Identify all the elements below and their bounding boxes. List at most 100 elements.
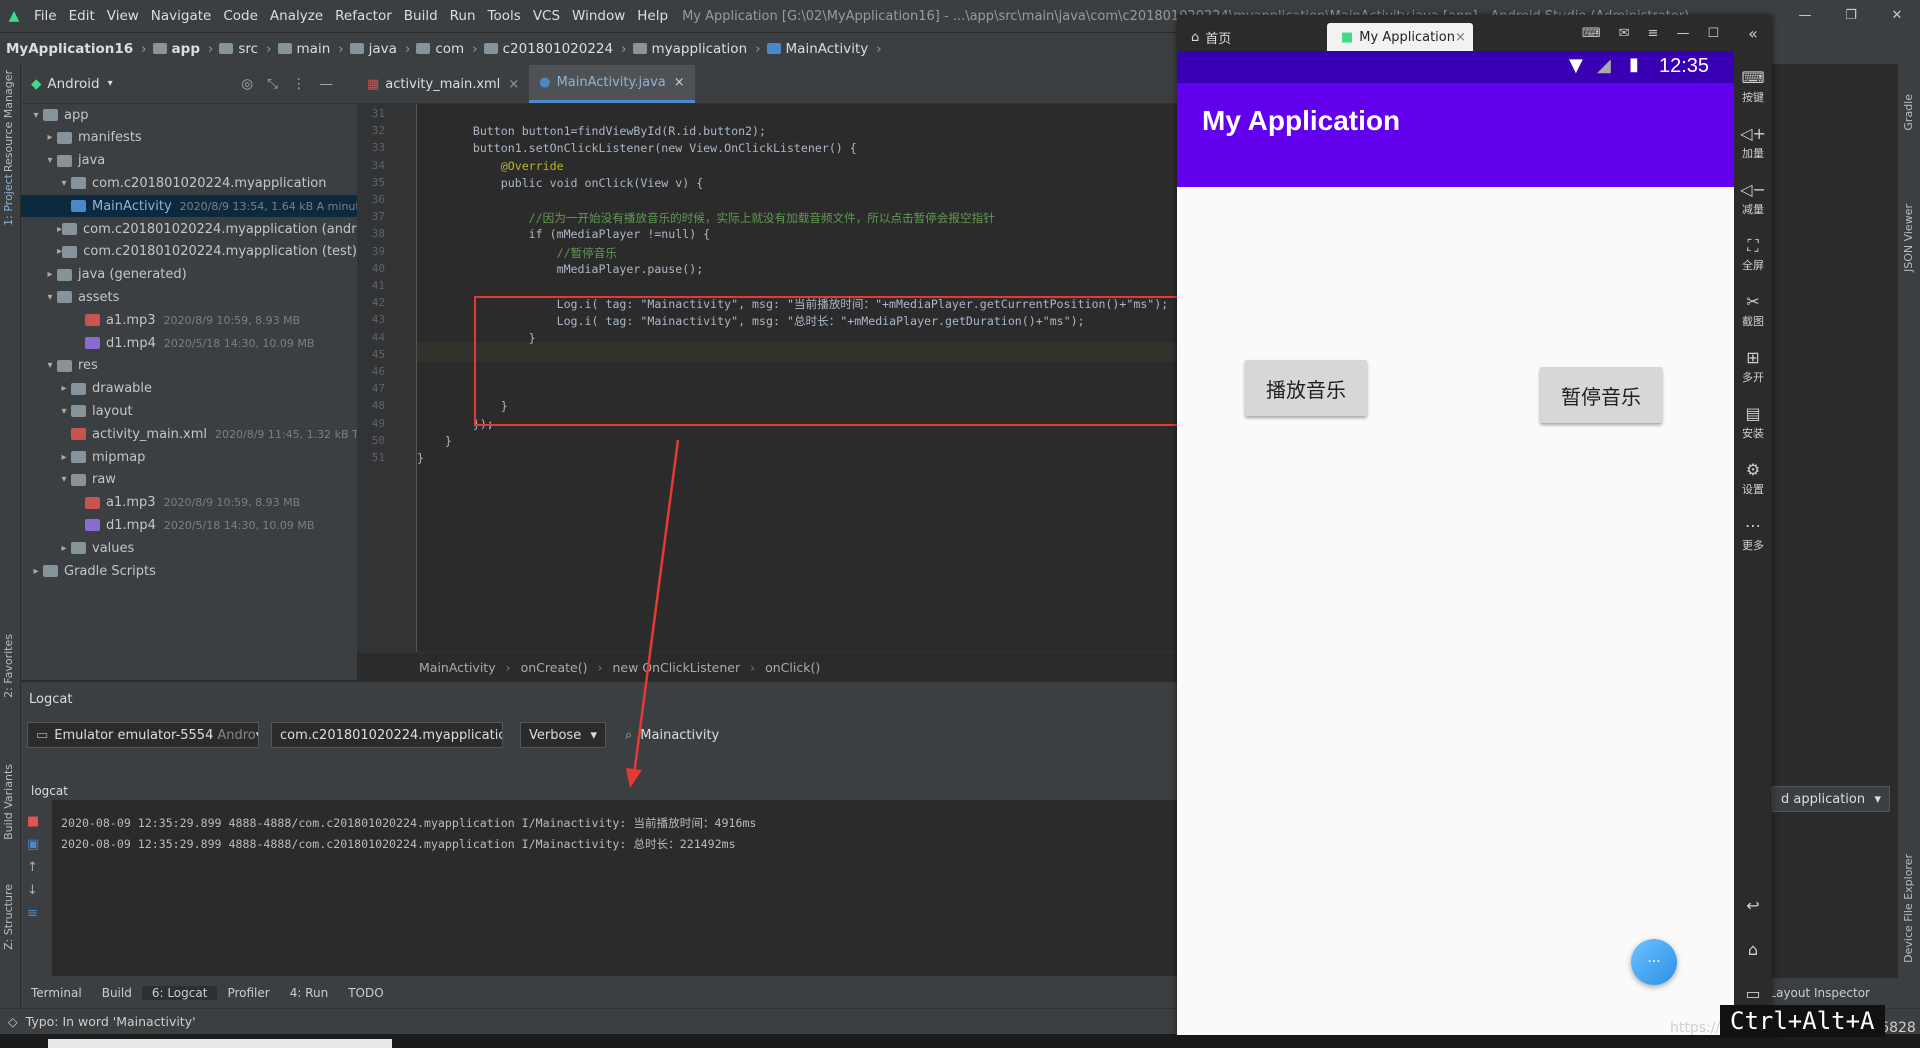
chevron-icon[interactable]: ▾	[43, 360, 57, 371]
menu-help[interactable]: Help	[631, 8, 674, 24]
side-volume-down[interactable]: ◁− 减量	[1734, 179, 1772, 217]
tab-mainactivity-java[interactable]: ● MainActivity.java ×	[529, 65, 695, 103]
crumb-method[interactable]: onCreate()	[521, 660, 588, 675]
side-volume-up[interactable]: ◁+ 加量	[1734, 123, 1772, 161]
breadcrumb-0[interactable]: MyApplication16 ›	[0, 41, 147, 57]
side-install[interactable]: ▤ 安装	[1734, 403, 1772, 441]
favorites-tab[interactable]: 2: Favorites	[2, 634, 15, 698]
chevron-icon[interactable]: ▾	[57, 474, 71, 485]
crumb-class[interactable]: MainActivity	[419, 660, 496, 675]
tree-item[interactable]: ▸ mipmap	[21, 446, 357, 468]
tree-item[interactable]: ▾ com.c201801020224.myapplication	[21, 172, 357, 194]
breadcrumb-8[interactable]: MainActivity ›	[761, 41, 882, 57]
close-icon[interactable]: ✕	[1874, 0, 1920, 32]
tree-item[interactable]: ▸ drawable	[21, 378, 357, 400]
tree-item[interactable]: a1.mp3 2020/8/9 10:59, 8.93 MB	[21, 309, 357, 331]
menu-view[interactable]: View	[101, 8, 145, 24]
build-tab[interactable]: Build	[92, 986, 142, 1000]
tree-item[interactable]: ▸ java (generated)	[21, 264, 357, 286]
menu-navigate[interactable]: Navigate	[145, 8, 218, 24]
menu-tools[interactable]: Tools	[482, 8, 527, 24]
collapse-icon[interactable]: «	[1734, 23, 1772, 45]
side-fullscreen[interactable]: ⛶ 全屏	[1734, 235, 1772, 273]
side-settings[interactable]: ⚙ 设置	[1734, 459, 1772, 497]
tree-item[interactable]: activity_main.xml 2020/8/9 11:45, 1.32 kB…	[21, 423, 357, 445]
arrow-down-icon[interactable]: ↓	[27, 883, 49, 898]
logcat-tab[interactable]: 6: Logcat	[141, 986, 218, 1000]
close-tab-icon[interactable]: ×	[508, 77, 519, 92]
device-file-explorer-tab[interactable]: Device File Explorer	[1902, 854, 1915, 963]
log-level-selector[interactable]: Verbose ▾	[520, 722, 606, 748]
tree-item[interactable]: ▾ layout	[21, 400, 357, 422]
terminal-tab[interactable]: Terminal	[21, 986, 92, 1000]
breadcrumb-7[interactable]: myapplication ›	[627, 41, 761, 57]
run-tab[interactable]: 4: Run	[280, 986, 339, 1000]
tree-item[interactable]: d1.mp4 2020/5/18 14:30, 10.09 MB	[21, 514, 357, 536]
side-keys[interactable]: ⌨ 按键	[1734, 67, 1772, 105]
project-tab[interactable]: 1: Project	[2, 174, 15, 226]
close-icon[interactable]: ×	[1455, 30, 1466, 45]
chevron-icon[interactable]: ▸	[43, 132, 57, 143]
chevron-icon[interactable]: ▸	[57, 383, 71, 394]
trash-icon[interactable]: ■	[27, 814, 49, 829]
tree-item[interactable]: ▸ Gradle Scripts	[21, 560, 357, 582]
tree-item[interactable]: ▸ manifests	[21, 127, 357, 149]
restore-icon[interactable]: ❐	[1828, 0, 1874, 32]
chevron-icon[interactable]: ▸	[43, 269, 57, 280]
structure-tab[interactable]: Z: Structure	[2, 884, 15, 950]
tab-activity-main-xml[interactable]: ▦ activity_main.xml ×	[357, 65, 529, 103]
log-output[interactable]: 2020-08-09 12:35:29.899 4888-4888/com.c2…	[52, 800, 1180, 976]
back-icon[interactable]: ↩	[1734, 895, 1772, 917]
taskbar-item[interactable]	[48, 1039, 392, 1048]
breadcrumb-3[interactable]: main ›	[272, 41, 344, 57]
crumb-onclick[interactable]: onClick()	[765, 660, 820, 675]
tree-item[interactable]: ▾ assets	[21, 286, 357, 308]
soft-wrap-icon[interactable]: ≡	[27, 906, 49, 921]
side-multi-instance[interactable]: ⊞ 多开	[1734, 347, 1772, 385]
breadcrumb-4[interactable]: java ›	[344, 41, 410, 57]
floating-assist-button[interactable]: ···	[1631, 939, 1677, 985]
resource-manager-tab[interactable]: Resource Manager	[2, 70, 15, 172]
gradle-tab[interactable]: Gradle	[1902, 94, 1915, 131]
panel-actions[interactable]: ◎⤡⋮—	[241, 76, 347, 92]
chevron-icon[interactable]: ▾	[57, 406, 71, 417]
profiler-tab[interactable]: Profiler	[217, 986, 279, 1000]
play-music-button[interactable]: 播放音乐	[1245, 360, 1367, 416]
chevron-icon[interactable]: ▸	[57, 543, 71, 554]
home-icon[interactable]: ⌂	[1734, 939, 1772, 961]
chevron-icon[interactable]: ▾	[29, 110, 43, 121]
todo-tab[interactable]: TODO	[338, 986, 393, 1000]
build-variants-tab[interactable]: Build Variants	[2, 764, 15, 840]
device-selector[interactable]: ▭ Emulator emulator-5554 Andro ▾	[27, 722, 259, 748]
tree-item[interactable]: ▾ app	[21, 104, 357, 126]
menu-build[interactable]: Build	[398, 8, 444, 24]
chevron-icon[interactable]: ▾	[43, 155, 57, 166]
pause-music-button[interactable]: 暂停音乐	[1540, 367, 1662, 423]
json-viewer-tab[interactable]: JSON Viewer	[1902, 204, 1915, 272]
menu-run[interactable]: Run	[444, 8, 482, 24]
menu-vcs[interactable]: VCS	[527, 8, 566, 24]
menu-window[interactable]: Window	[566, 8, 631, 24]
emulator-app-tab[interactable]: ■ My Application ×	[1327, 23, 1473, 51]
tree-item[interactable]: ▸ values	[21, 537, 357, 559]
chevron-icon[interactable]: ▸	[29, 566, 43, 577]
arrow-up-icon[interactable]: ↑	[27, 860, 49, 875]
recents-icon[interactable]: ▭	[1734, 983, 1772, 1005]
tree-item[interactable]: d1.mp4 2020/5/18 14:30, 10.09 MB	[21, 332, 357, 354]
emulator-home-tab[interactable]: ⌂ 首页	[1177, 23, 1327, 51]
minimize-icon[interactable]: —	[1782, 0, 1828, 32]
side-more[interactable]: ⋯ 更多	[1734, 515, 1772, 553]
menu-analyze[interactable]: Analyze	[264, 8, 329, 24]
logcat-filter-selector[interactable]: d application ▾	[1772, 786, 1890, 812]
tree-item[interactable]: ▾ raw	[21, 469, 357, 491]
menu-refactor[interactable]: Refactor	[329, 8, 398, 24]
tree-item[interactable]: ▸com.c201801020224.myapplication (androi…	[21, 218, 357, 240]
tree-item[interactable]: ▾ res	[21, 355, 357, 377]
chevron-icon[interactable]: ▾	[57, 178, 71, 189]
side-screenshot[interactable]: ✂ 截图	[1734, 291, 1772, 329]
chevron-down-icon[interactable]: ▾	[108, 78, 113, 89]
tree-item[interactable]: a1.mp3 2020/8/9 10:59, 8.93 MB	[21, 492, 357, 514]
log-search-field[interactable]: ⌕ Mainactivity	[617, 722, 1177, 748]
tree-item[interactable]: ▸ com.c201801020224.myapplication (test)	[21, 241, 357, 263]
package-selector[interactable]: com.c201801020224.myapplicatic ▾	[271, 722, 503, 748]
